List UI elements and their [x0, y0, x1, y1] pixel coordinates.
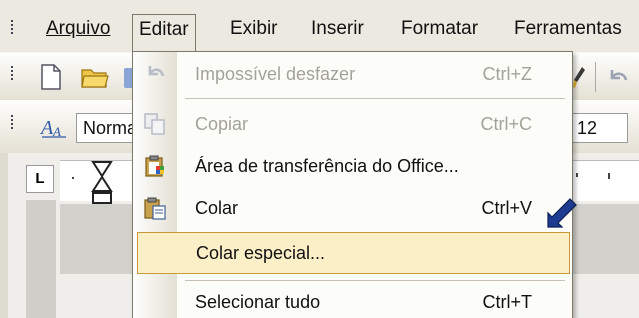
styles-pane-icon[interactable]: A A [40, 115, 68, 139]
menu-item-shortcut: Ctrl+Z [482, 64, 533, 84]
menu-item-office-clipboard[interactable]: Área de transferência do Office... [133, 146, 572, 186]
menu-item-paste-special[interactable]: Colar especial... [137, 232, 570, 274]
menu-inserir[interactable]: Inserir [305, 14, 370, 44]
menu-exibir[interactable]: Exibir [224, 14, 284, 44]
open-folder-icon[interactable] [80, 64, 110, 90]
menu-item-select-all[interactable]: Selecionar tudo Ctrl+T [133, 282, 572, 318]
menu-item-paste[interactable]: Colar Ctrl+V [133, 188, 572, 228]
menu-item-shortcut: Ctrl+V [481, 198, 532, 218]
menu-ferramentas[interactable]: Ferramentas [508, 14, 628, 44]
edit-menu-dropdown: Impossível desfazer Ctrl+Z Copiar Ctrl+C… [132, 51, 573, 318]
menu-item-undo[interactable]: Impossível desfazer Ctrl+Z [133, 54, 572, 94]
menu-item-label: Área de transferência do Office... [195, 156, 459, 176]
menu-arquivo[interactable]: Arquivo [40, 14, 116, 44]
clipboard-office-icon [145, 155, 164, 177]
menu-item-shortcut: Ctrl+C [480, 114, 532, 134]
copy-icon [144, 113, 165, 135]
new-document-icon[interactable] [40, 64, 62, 90]
menu-item-shortcut: Ctrl+T [482, 292, 533, 312]
font-size-box[interactable]: 12 [572, 113, 628, 143]
menu-item-copy[interactable]: Copiar Ctrl+C [133, 104, 572, 144]
ruler-tick [576, 173, 578, 177]
menu-item-label: Copiar [195, 114, 249, 134]
menu-separator [185, 98, 565, 99]
undo-icon [148, 66, 165, 77]
menu-formatar[interactable]: Formatar [395, 14, 484, 44]
menu-bar: Arquivo Editar Exibir Inserir Formatar F… [0, 0, 639, 52]
left-edge [0, 153, 8, 318]
menubar-grip-icon[interactable] [10, 20, 14, 36]
word-window: Arquivo Editar Exibir Inserir Formatar F… [0, 0, 639, 318]
paste-icon [144, 197, 166, 220]
menu-item-label: Colar especial... [196, 243, 326, 263]
vertical-ruler [26, 200, 56, 318]
hanging-indent-marker-icon[interactable] [90, 160, 114, 206]
ruler-tick [608, 173, 610, 179]
menu-item-label: Selecionar tudo [195, 292, 321, 312]
menu-item-label: Impossível desfazer [195, 64, 356, 84]
undo-toolbar-icon[interactable] [606, 66, 630, 88]
menu-item-label: Colar [195, 198, 239, 218]
tab-selector[interactable]: L [26, 165, 54, 193]
toolbar-grip-icon[interactable] [10, 66, 14, 82]
ruler-tick [72, 177, 74, 179]
toolbar-separator [595, 62, 596, 92]
svg-text:A: A [40, 117, 54, 139]
menu-editar[interactable]: Editar [132, 14, 196, 52]
menu-separator [185, 280, 565, 281]
format-painter-icon[interactable] [572, 66, 586, 90]
format-toolbar-grip-icon[interactable] [10, 115, 14, 131]
pointer-arrow-icon [547, 198, 577, 228]
